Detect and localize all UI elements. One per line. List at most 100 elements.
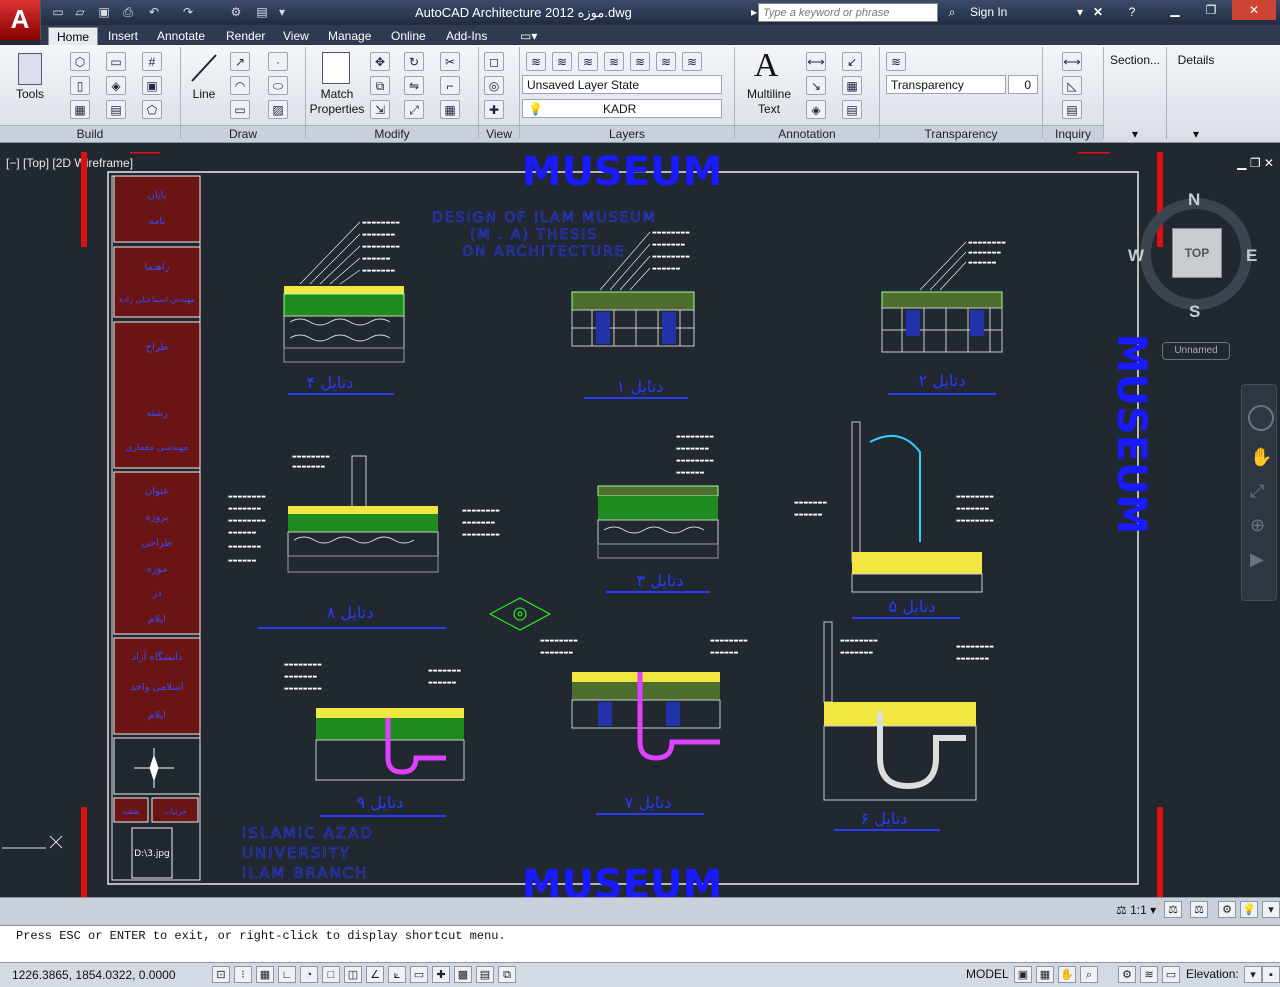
draw-panel-label[interactable]: Draw [181, 125, 305, 142]
quick-view-drawings-icon[interactable]: ▦ [1036, 966, 1054, 983]
hatch-icon[interactable]: ▨ [268, 100, 288, 119]
layer-off-icon[interactable]: ≋ [656, 52, 676, 71]
view-cube-icon[interactable]: ◻ [484, 52, 504, 71]
multiline-text-button[interactable]: Text [740, 102, 798, 116]
fillet-icon[interactable]: ⌐ [440, 76, 460, 95]
close-button[interactable]: ✕ [1232, 0, 1276, 20]
dynamic-input-icon[interactable]: ▭ [410, 966, 428, 983]
inquiry-panel-label[interactable]: Inquiry [1043, 125, 1103, 142]
workspace-icon[interactable]: ⚙ [228, 4, 244, 20]
3d-osnap-icon[interactable]: ◫ [344, 966, 362, 983]
lineweight-icon[interactable]: ✚ [432, 966, 450, 983]
column-icon[interactable]: ▣ [142, 76, 162, 95]
transparency-field[interactable]: Transparency [886, 75, 1006, 94]
area-icon[interactable]: ◺ [1062, 76, 1082, 95]
quick-view-layouts-icon[interactable]: ▣ [1014, 966, 1032, 983]
viewcube-west[interactable]: W [1128, 246, 1144, 266]
layers-panel-label[interactable]: Layers [520, 125, 734, 142]
layer-freeze-icon[interactable]: ≋ [630, 52, 650, 71]
showmotion-icon[interactable]: ▶ [1250, 549, 1264, 570]
ucs-menu[interactable]: Unnamed [1162, 342, 1230, 360]
wall-icon[interactable]: ⬡ [70, 52, 90, 71]
section-dropdown-icon[interactable]: ▾ [1104, 127, 1166, 141]
scale-icon[interactable]: ⤢ [404, 100, 424, 119]
tab-online[interactable]: Online [383, 27, 434, 45]
properties-icon[interactable]: ▤ [254, 4, 270, 20]
object-snap-tracking-icon[interactable]: ∠ [366, 966, 384, 983]
object-snap-icon[interactable]: □ [322, 966, 340, 983]
elevation-dropdown-icon[interactable]: ▾ [1244, 966, 1262, 983]
cursor-coordinates[interactable]: 1226.3865, 1854.0322, 0.0000 [12, 968, 176, 982]
section-button[interactable]: Section... [1104, 53, 1166, 67]
clean-screen-icon[interactable]: ▪ [1262, 966, 1280, 983]
list-icon[interactable]: ▤ [1062, 100, 1082, 119]
grid-icon[interactable]: # [142, 52, 162, 71]
print-icon[interactable]: ⎙ [120, 4, 136, 20]
layer-lock-icon[interactable]: ≋ [682, 52, 702, 71]
selection-cycling-icon[interactable]: ⧉ [498, 966, 516, 983]
window-icon[interactable]: ▯ [70, 76, 90, 95]
sign-in-dropdown-icon[interactable]: ▾ [1072, 4, 1088, 20]
door-icon[interactable]: ▭ [106, 52, 126, 71]
mirror-icon[interactable]: ⇋ [404, 76, 424, 95]
tab-home[interactable]: Home [48, 27, 99, 46]
multiline-text-icon[interactable]: A [754, 47, 779, 85]
dimension-icon[interactable]: ⟷ [806, 52, 826, 71]
point-icon[interactable]: · [268, 52, 288, 71]
view-orbit-icon[interactable]: ◎ [484, 76, 504, 95]
multileader-icon[interactable]: ↘ [806, 76, 826, 95]
tab-add-ins[interactable]: Add-Ins [438, 27, 495, 45]
layer-status-icon[interactable]: ≋ [1140, 966, 1158, 983]
infer-constraints-icon[interactable]: ⊡ [212, 966, 230, 983]
details-button[interactable]: Details [1168, 53, 1224, 67]
tools-button[interactable]: Tools [10, 87, 50, 101]
stair-icon[interactable]: ▦ [70, 100, 90, 119]
stretch-icon[interactable]: ⇲ [370, 100, 390, 119]
layer-properties-icon[interactable]: ≋ [526, 52, 546, 71]
space-icon[interactable]: ▤ [106, 100, 126, 119]
save-icon[interactable]: ▣ [96, 4, 112, 20]
line-button[interactable]: Line [186, 87, 222, 101]
snap-mode-icon[interactable]: ⁝ [234, 966, 252, 983]
build-panel-label[interactable]: Build [0, 125, 180, 142]
drawing-viewport[interactable]: [−] [Top] [2D Wireframe] ▁ ❐ ✕ پایان نام… [0, 152, 1280, 897]
tab-annotate[interactable]: Annotate [149, 27, 213, 45]
trim-icon[interactable]: ✂ [440, 52, 460, 71]
ortho-mode-icon[interactable]: ∟ [278, 966, 296, 983]
pan-status-icon[interactable]: ✋ [1058, 966, 1076, 983]
quick-access-dropdown-icon[interactable]: ▾ [274, 4, 290, 20]
undo-icon[interactable]: ↶ [146, 4, 162, 20]
line-icon[interactable] [188, 51, 220, 85]
zoom-status-icon[interactable]: ⌕ [1080, 966, 1098, 983]
annotation-scale[interactable]: ⚖ 1:1 ▾ [1116, 903, 1156, 917]
minimize-button[interactable]: ▁ [1160, 0, 1190, 20]
move-icon[interactable]: ✥ [370, 52, 390, 71]
view-pan-icon[interactable]: ✚ [484, 100, 504, 119]
modify-panel-label[interactable]: Modify [306, 125, 478, 142]
details-dropdown-icon[interactable]: ▾ [1168, 127, 1224, 141]
command-line[interactable]: Press ESC or ENTER to exit, or right-cli… [0, 925, 1280, 963]
distance-icon[interactable]: ⟷ [1062, 52, 1082, 71]
transparency-value[interactable]: 0 [1008, 75, 1038, 94]
drawing-canvas[interactable]: پایان نامه راهنما مهندس اسماعیلی زاده طر… [0, 152, 1280, 897]
layer-isolate-icon[interactable]: ≋ [604, 52, 624, 71]
annotation-panel-label[interactable]: Annotation [735, 125, 879, 142]
workspace-switch-icon[interactable]: ⚙ [1218, 901, 1236, 918]
workspace-settings-icon[interactable]: ⚙ [1118, 966, 1136, 983]
steering-wheel-icon[interactable] [1248, 405, 1274, 431]
viewcube-top-face[interactable]: TOP [1172, 228, 1222, 278]
layer-previous-icon[interactable]: ≋ [578, 52, 598, 71]
viewcube-north[interactable]: N [1188, 190, 1200, 210]
layer-match-icon[interactable]: ≋ [552, 52, 572, 71]
auto-scale-icon[interactable]: ⚖ [1190, 901, 1208, 918]
dynamic-ucs-icon[interactable]: ⟀ [388, 966, 406, 983]
pan-icon[interactable]: ✋ [1250, 447, 1272, 468]
quick-properties-icon[interactable]: ▤ [476, 966, 494, 983]
tab-render[interactable]: Render [218, 27, 273, 45]
match-properties-button[interactable]: Properties [306, 102, 368, 116]
slab-icon[interactable]: ⬠ [142, 100, 162, 119]
viewcube-south[interactable]: S [1189, 302, 1200, 322]
tools-icon[interactable] [18, 53, 42, 85]
match-properties-icon[interactable] [322, 52, 350, 84]
isolate-objects-icon[interactable]: 💡 [1240, 901, 1258, 918]
